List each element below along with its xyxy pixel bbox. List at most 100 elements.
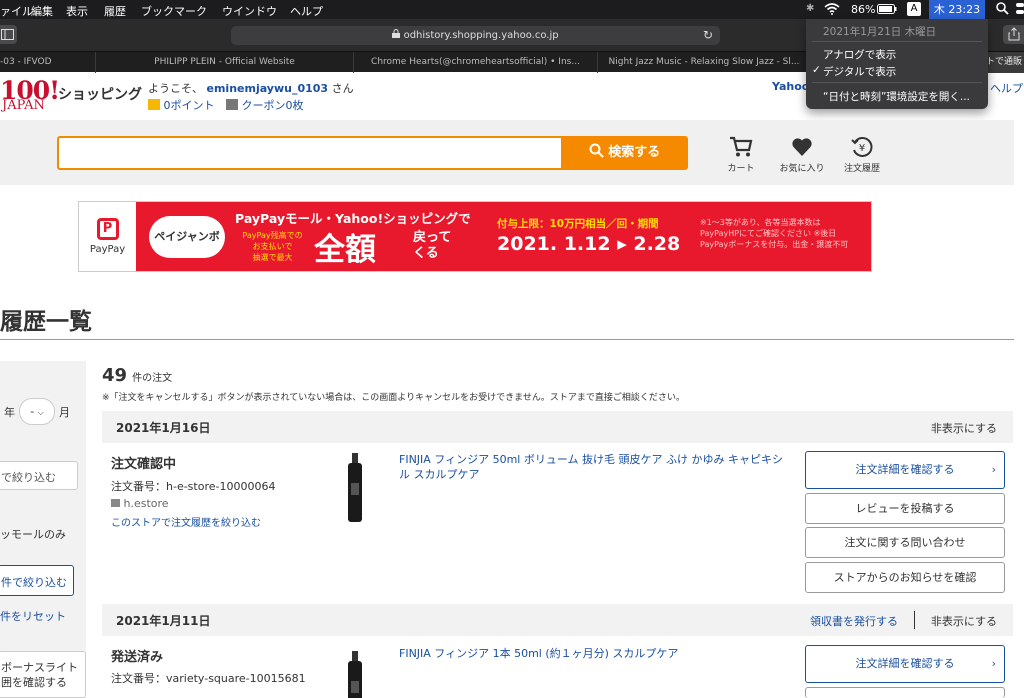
menu-view[interactable]: 表示 xyxy=(66,3,88,19)
checkmark-icon: ✓ xyxy=(812,64,821,76)
search-input[interactable] xyxy=(57,136,561,170)
clock-menu-digital[interactable]: デジタルで表示 xyxy=(823,64,1005,79)
store-notice-button[interactable]: ストアからのお知らせを確認 xyxy=(805,562,1005,593)
coupons-link[interactable]: クーポン0枚 xyxy=(242,99,304,112)
points-coupons: 0ポイント クーポン0枚 xyxy=(148,97,304,113)
clock-menu-date: 2021年1月21日 木曜日 xyxy=(823,26,937,38)
points-link[interactable]: 0ポイント xyxy=(164,99,215,112)
wifi-icon[interactable] xyxy=(824,3,840,18)
order-number: 注文番号：h-e-store-10000064 xyxy=(111,480,276,493)
menu-window[interactable]: ウインドウ xyxy=(222,3,277,19)
history-label: 注文履歴 xyxy=(843,164,880,174)
clock-menu-analog[interactable]: アナログで表示 xyxy=(823,47,1005,62)
bluetooth-icon[interactable]: ✱ xyxy=(806,3,814,14)
tab-philipp-plein[interactable]: PHILIPP PLEIN - Official Website xyxy=(95,52,353,73)
title-divider xyxy=(0,339,1014,340)
order-detail-button[interactable]: 注文詳細を確認する › xyxy=(805,451,1005,489)
banner-limit: 付与上限：10万円相当／回・期間 xyxy=(497,218,659,230)
sidebar-toggle-icon[interactable] xyxy=(0,25,17,44)
order-inquiry-button[interactable]: 注文に関する問い合わせ xyxy=(805,527,1005,558)
store-name: h.estore xyxy=(111,497,169,510)
mall-only-checkbox-label[interactable]: ッモールのみ xyxy=(0,526,66,542)
store-filter-input[interactable]: で絞り込む xyxy=(0,461,78,490)
product-thumbnail[interactable] xyxy=(345,453,365,522)
menu-separator xyxy=(812,41,982,42)
favorites-label: お気に入り xyxy=(779,164,825,174)
product-thumbnail[interactable] xyxy=(345,651,365,698)
menubar-clock[interactable]: 木 23:23 xyxy=(929,0,985,19)
order-status: 発送済み xyxy=(111,650,164,665)
month-value: - xyxy=(30,405,35,418)
clock-menu-prefs[interactable]: “日付と時刻”環境設定を開く... xyxy=(823,89,1005,104)
order-detail-button[interactable]: 注文詳細を確認する › xyxy=(805,645,1005,683)
jumbo-logo: ペイジャンボ xyxy=(149,216,225,258)
bonus-lite-box[interactable]: ボーナスライト 囲を確認する xyxy=(0,651,86,698)
yahoo-logo-japan: JAPAN xyxy=(2,98,45,113)
welcome-prefix: ようこそ、 xyxy=(148,82,203,95)
tab-ifvod[interactable]: -03 - IFVOD xyxy=(0,52,95,73)
chevron-down-icon: ⌵ xyxy=(37,408,44,417)
order-history-button[interactable]: ¥ 注文履歴 xyxy=(840,136,884,174)
history-yen-icon: ¥ xyxy=(851,137,873,157)
post-review-button[interactable]: レビューを投稿する xyxy=(805,493,1005,524)
tab-chrome-hearts[interactable]: Chrome Hearts(@chromeheartsofficial) • I… xyxy=(353,52,597,73)
hide-order-link[interactable]: 非表示にする xyxy=(931,613,997,629)
month-suffix: 月 xyxy=(59,406,70,419)
menu-bookmarks[interactable]: ブックマーク xyxy=(141,3,207,19)
year-suffix: 年 xyxy=(4,406,15,419)
spotlight-icon[interactable] xyxy=(996,2,1009,18)
order-status: 注文確認中 xyxy=(111,457,177,472)
order-date-header: 2021年1月16日 非表示にする xyxy=(102,411,1013,443)
reload-icon[interactable]: ↻ xyxy=(703,26,713,45)
order-number: 注文番号：variety-square-10015681 xyxy=(111,672,306,685)
product-title-link[interactable]: FINJIA フィンジア 50ml ボリューム 抜け毛 頭皮ケア ふけ かゆみ … xyxy=(399,452,784,482)
month-select[interactable]: - ⌵ xyxy=(19,398,55,425)
favorites-button[interactable]: お気に入り xyxy=(777,136,827,174)
hide-order-link[interactable]: 非表示にする xyxy=(931,420,997,436)
cart-label: カート xyxy=(727,164,755,174)
order-count-number: 49 xyxy=(102,365,128,386)
search-button-label: 検索する xyxy=(608,145,661,160)
username-link[interactable]: eminemjaywu_0103 xyxy=(207,82,329,95)
order-date: 2021年1月16日 xyxy=(116,421,211,435)
filter-reset-link[interactable]: 件をリセット xyxy=(0,608,66,624)
order-count: 49 件の注文 xyxy=(102,365,172,386)
menu-edit[interactable]: 編集 xyxy=(31,3,53,19)
order-action-button-partial[interactable] xyxy=(805,687,1005,698)
banner-back-text: 戻って くる xyxy=(413,230,452,261)
share-icon[interactable] xyxy=(1003,25,1024,44)
menu-separator xyxy=(812,82,982,83)
divider xyxy=(914,611,915,629)
banner-dates: 2021. 1.12 ▸ 2.28 xyxy=(497,233,681,255)
cart-button[interactable]: カート xyxy=(722,136,760,174)
lock-icon xyxy=(392,29,403,41)
receipt-link[interactable]: 領収書を発行する xyxy=(810,613,898,629)
input-source-icon[interactable]: A xyxy=(907,2,921,16)
store-history-filter-link[interactable]: このストアで注文履歴を絞り込む xyxy=(111,514,261,529)
menu-file[interactable]: ァイル xyxy=(0,3,33,19)
paypay-p-icon: P xyxy=(96,218,119,240)
battery-icon[interactable] xyxy=(877,4,897,17)
control-center-icon[interactable] xyxy=(1016,2,1024,18)
product-title-link[interactable]: FINJIA フィンジア 1本 50ml (約１ヶ月分) スカルプケア xyxy=(399,645,784,661)
banner-subtext: PayPay残高での お支払いで 抽選で最大 xyxy=(242,231,303,262)
search-button[interactable]: 検索する xyxy=(561,136,688,170)
macos-menubar: ァイル 編集 表示 履歴 ブックマーク ウインドウ ヘルプ ✱ 86% A 木 … xyxy=(0,0,1024,19)
order-date-header: 2021年1月11日 領収書を発行する 非表示にする xyxy=(102,604,1013,636)
paypay-jumbo-banner[interactable]: P PayPay ペイジャンボ PayPayモール・Yahoo!ショッピングで … xyxy=(78,201,872,272)
filter-apply-button[interactable]: 件で絞り込む xyxy=(0,565,74,596)
chevron-right-icon: › xyxy=(991,657,996,670)
paypay-text: PayPay xyxy=(89,244,126,255)
header-yahoo-link[interactable]: Yahoo xyxy=(772,80,809,93)
points-icon xyxy=(148,99,160,110)
shopping-label: ショッピング xyxy=(58,87,142,103)
tab-night-jazz[interactable]: Night Jazz Music - Relaxing Slow Jazz - … xyxy=(597,52,810,73)
store-icon xyxy=(111,499,120,507)
menu-history[interactable]: 履歴 xyxy=(104,3,126,19)
address-bar[interactable]: odhistory.shopping.yahoo.co.jp ↻ xyxy=(231,26,720,45)
battery-percent: 86% xyxy=(851,3,876,16)
menu-help[interactable]: ヘルプ xyxy=(290,3,323,19)
chevron-right-icon: › xyxy=(991,463,996,476)
coupon-icon xyxy=(226,99,238,110)
page-title: 履歴一覧 xyxy=(0,309,92,335)
